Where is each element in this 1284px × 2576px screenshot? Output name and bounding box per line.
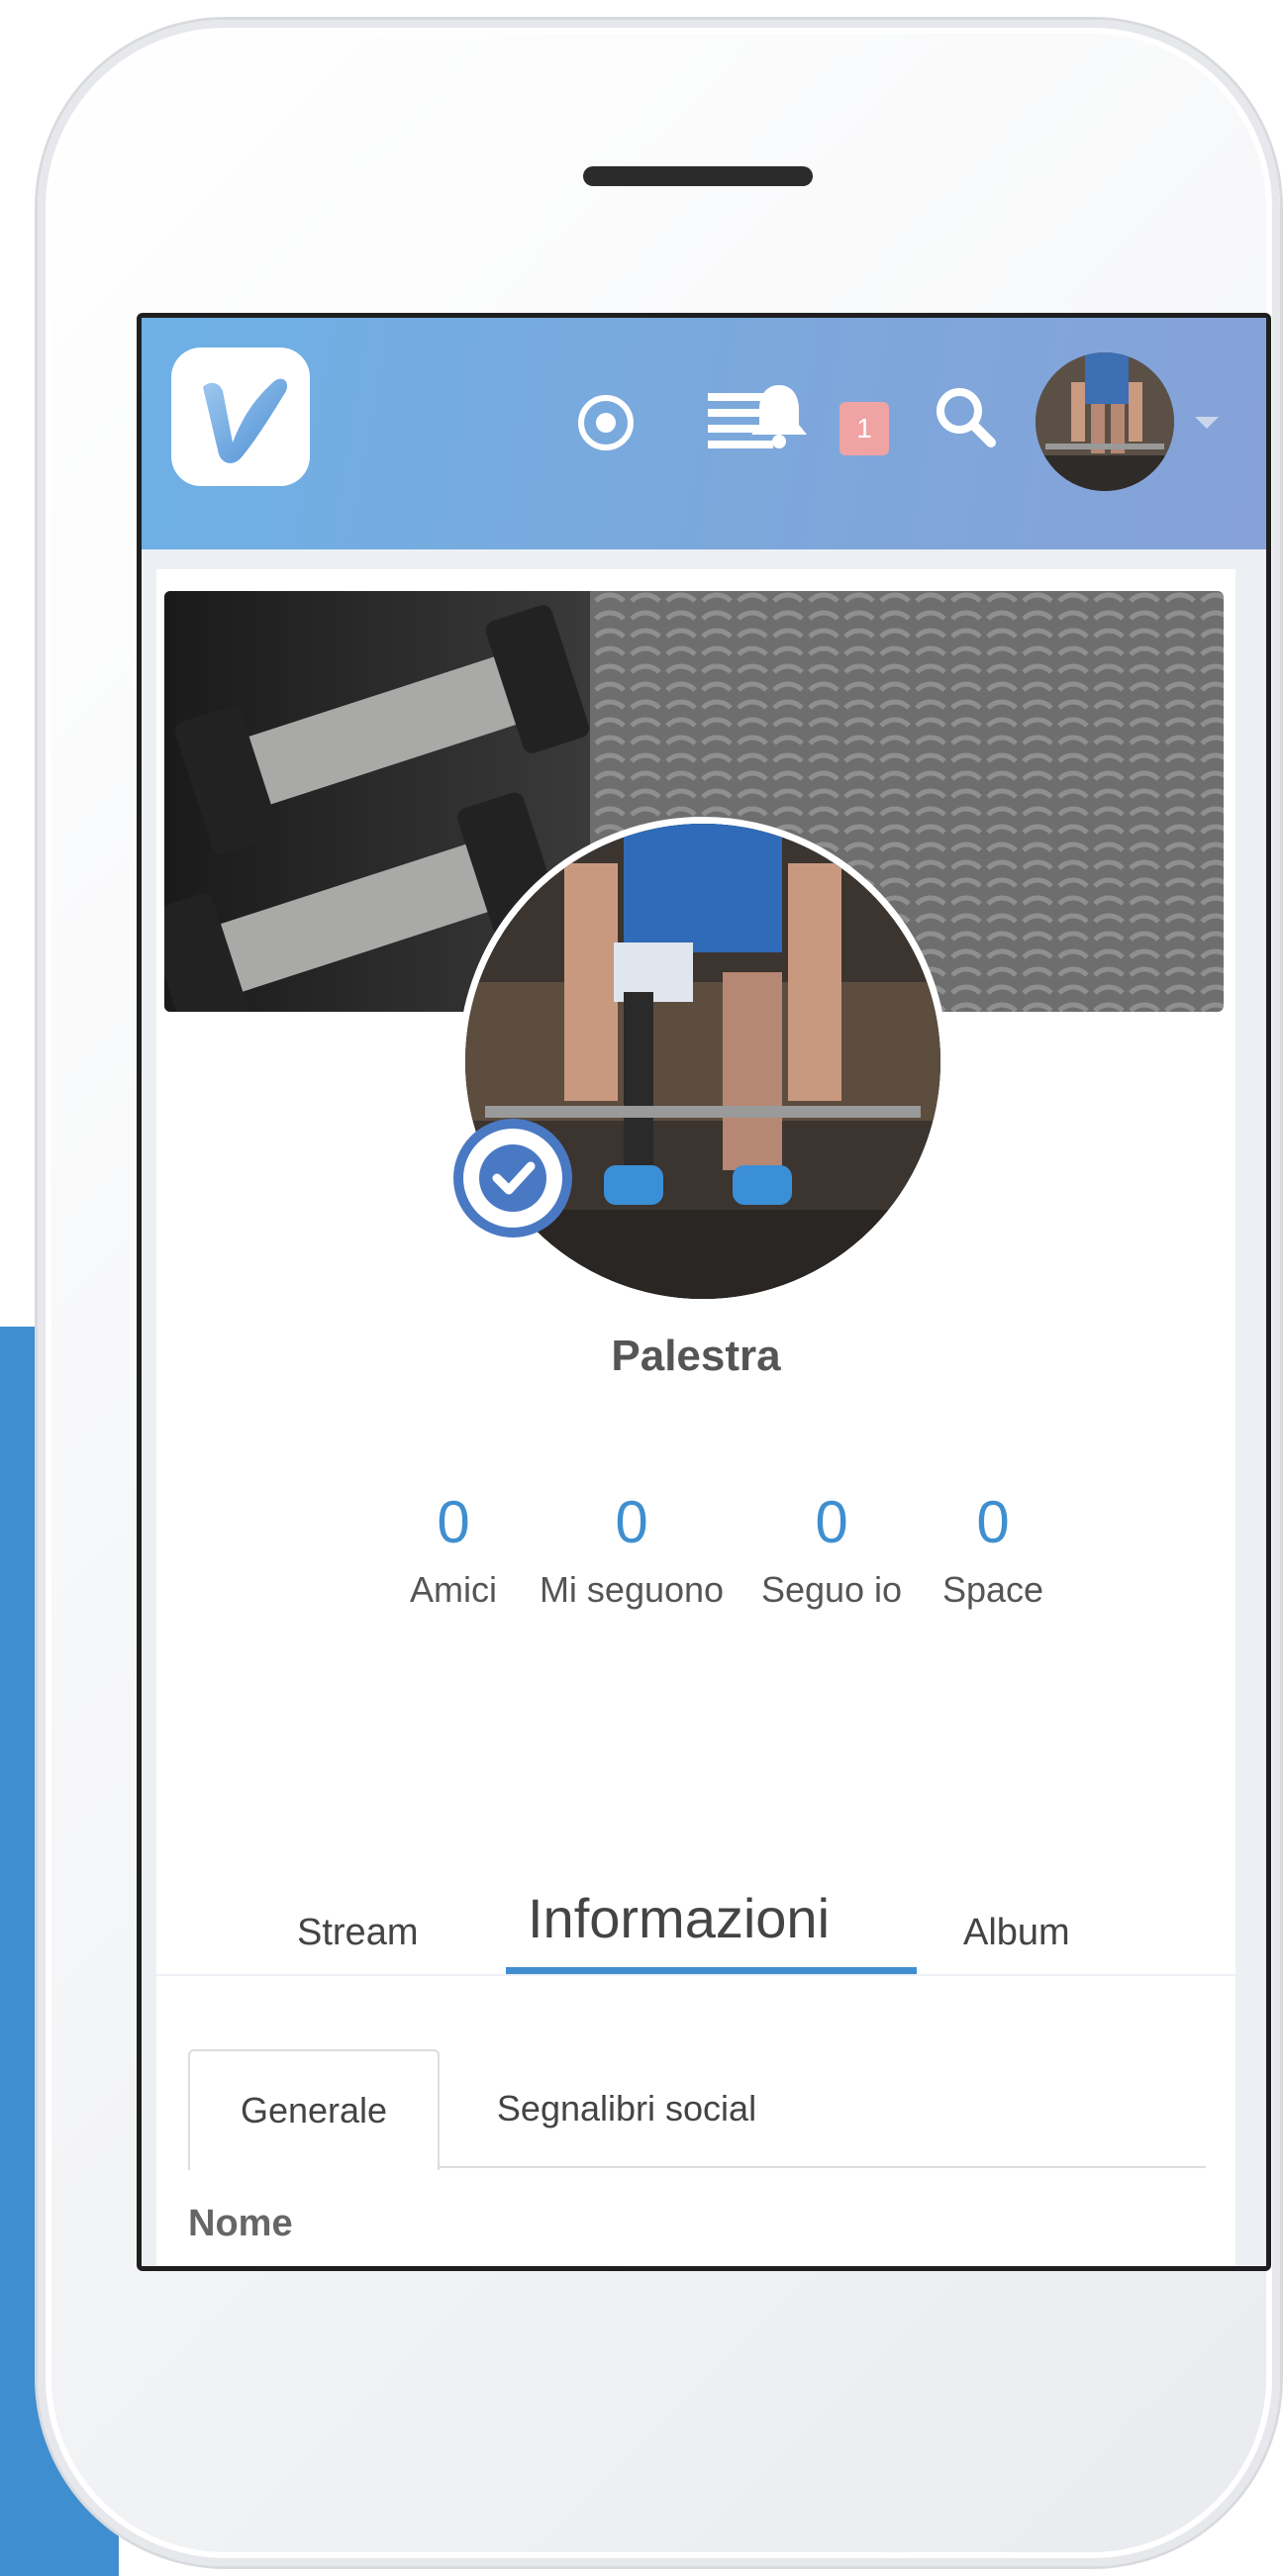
stat-space-value[interactable]: 0 — [934, 1488, 1052, 1556]
subtab-generale[interactable]: Generale — [188, 2049, 440, 2170]
tab-album[interactable]: Album — [963, 1912, 1070, 1954]
chevron-down-icon[interactable] — [1195, 417, 1219, 429]
stat-mi-seguono-value[interactable]: 0 — [572, 1488, 691, 1556]
profile-name: Palestra — [611, 1332, 781, 1380]
tabs-divider — [156, 1974, 1235, 1976]
stat-mi-seguono-label[interactable]: Mi seguono — [498, 1569, 765, 1611]
phone-speaker — [583, 166, 813, 186]
check-icon — [479, 1144, 546, 1212]
subtab-segnalibri-social[interactable]: Segnalibri social — [453, 2049, 800, 2168]
profile-content: Palestra 0 Amici 0 Mi seguono 0 Seguo io… — [142, 549, 1266, 2266]
stat-seguo-io-value[interactable]: 0 — [772, 1488, 891, 1556]
notification-badge: 1 — [840, 402, 889, 455]
user-avatar[interactable] — [1036, 352, 1174, 491]
profile-card: Palestra 0 Amici 0 Mi seguono 0 Seguo io… — [156, 569, 1235, 2266]
phone-frame: 1 Palestra 0 Amici 0 Mi seguono 0 Seguo … — [38, 20, 1280, 2566]
nome-label: Nome — [188, 2203, 293, 2244]
target-icon[interactable] — [575, 392, 637, 453]
tab-stream[interactable]: Stream — [297, 1912, 418, 1954]
stat-seguo-io-label[interactable]: Seguo io — [728, 1569, 936, 1611]
avatar-image — [1036, 352, 1174, 491]
app-logo[interactable] — [171, 347, 310, 486]
logo-mark — [203, 378, 288, 463]
stat-amici-value[interactable]: 0 — [394, 1488, 513, 1556]
tab-informazioni[interactable]: Informazioni — [528, 1886, 830, 1950]
verified-badge — [453, 1119, 572, 1238]
phone-screen: 1 Palestra 0 Amici 0 Mi seguono 0 Seguo … — [137, 313, 1271, 2271]
app-header: 1 — [142, 318, 1266, 549]
stat-space-label[interactable]: Space — [909, 1569, 1077, 1611]
bell-icon[interactable] — [747, 381, 811, 450]
search-icon[interactable] — [934, 385, 997, 448]
subtabs-divider — [438, 2166, 1206, 2168]
